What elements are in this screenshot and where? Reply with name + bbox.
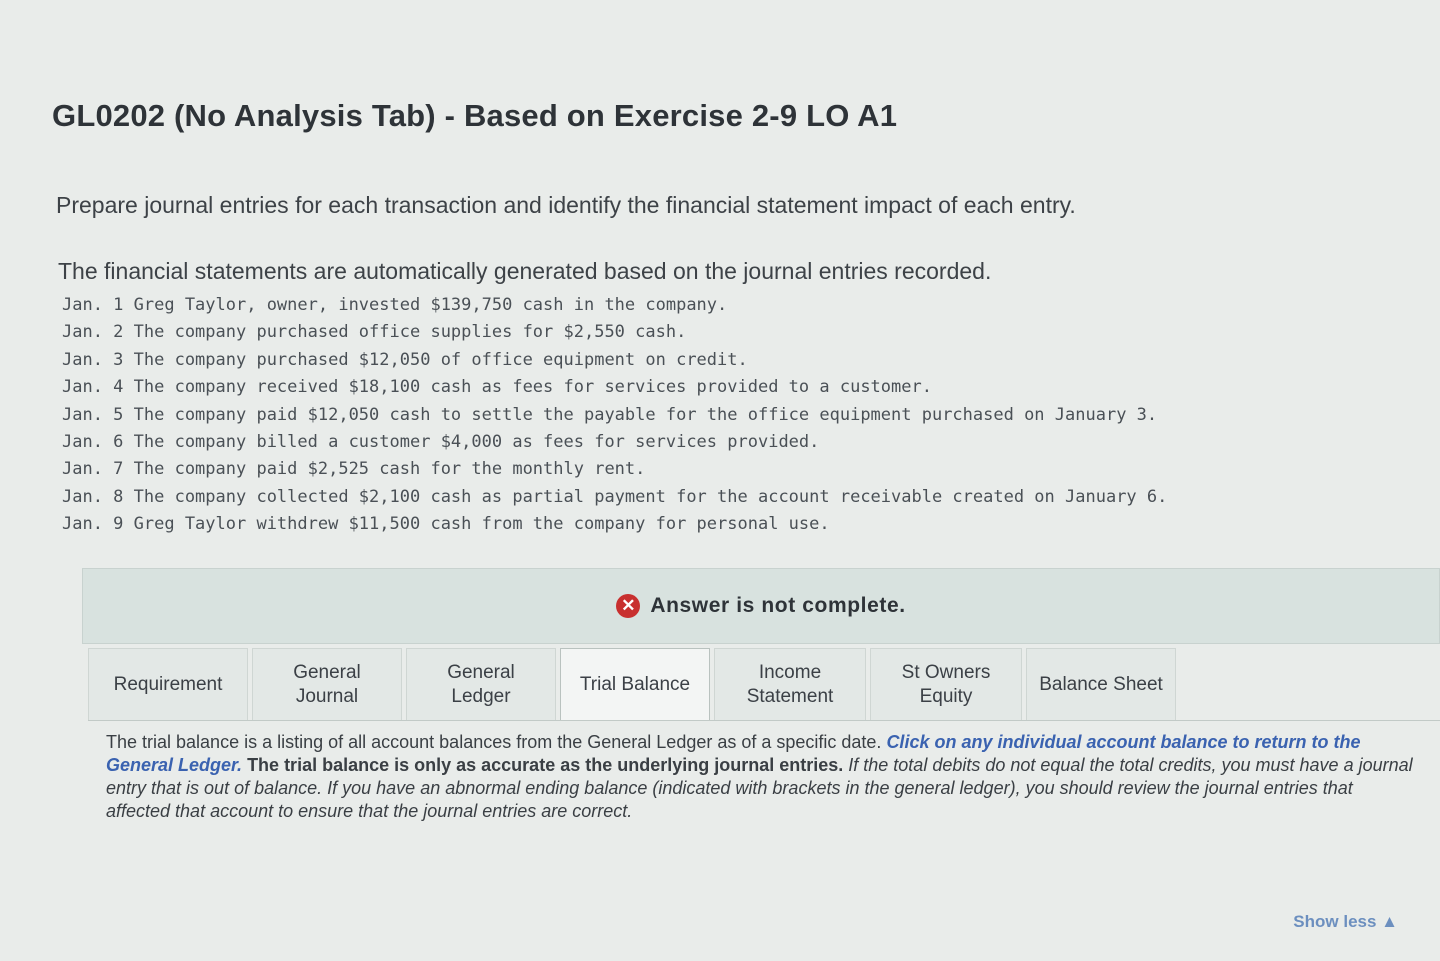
- tab-strip: Requirement General Journal General Ledg…: [88, 648, 1440, 720]
- transaction-item: Jan. 7 The company paid $2,525 cash for …: [62, 459, 646, 480]
- tab-label: Equity: [919, 685, 973, 707]
- tab-label: Requirement: [113, 673, 223, 695]
- transaction-item: Jan. 5 The company paid $12,050 cash to …: [62, 404, 1158, 425]
- transaction-item: Jan. 4 The company received $18,100 cash…: [62, 377, 932, 398]
- transaction-item: Jan. 9 Greg Taylor withdrew $11,500 cash…: [62, 514, 830, 535]
- tab-label: General: [447, 661, 515, 683]
- tab-requirement[interactable]: Requirement: [88, 648, 248, 720]
- tab-label: Balance Sheet: [1039, 673, 1163, 695]
- answer-status-banner: ✕ Answer is not complete.: [82, 568, 1440, 644]
- tab-label: Journal: [295, 685, 359, 707]
- tab-balance-sheet[interactable]: Balance Sheet: [1026, 648, 1176, 720]
- transaction-list: Jan. 1 Greg Taylor, owner, invested $139…: [62, 292, 1167, 539]
- trial-balance-description: The trial balance is a listing of all ac…: [106, 731, 1418, 823]
- trial-balance-intro: The trial balance is a listing of all ac…: [106, 732, 887, 752]
- instruction-text: Prepare journal entries for each transac…: [56, 192, 1076, 218]
- tab-label: General: [293, 661, 361, 683]
- tab-general-ledger[interactable]: General Ledger: [406, 648, 556, 720]
- transaction-item: Jan. 2 The company purchased office supp…: [62, 322, 687, 343]
- tab-label: Statement: [746, 685, 834, 707]
- tab-income-statement[interactable]: Income Statement: [714, 648, 866, 720]
- page-title: GL0202 (No Analysis Tab) - Based on Exer…: [52, 98, 898, 133]
- tab-label: St Owners: [901, 661, 991, 683]
- tab-trial-balance[interactable]: Trial Balance: [560, 648, 710, 720]
- auto-generated-note: The financial statements are automatical…: [58, 258, 992, 284]
- tab-general-journal[interactable]: General Journal: [252, 648, 402, 720]
- tab-label: Income: [758, 661, 822, 683]
- transaction-item: Jan. 8 The company collected $2,100 cash…: [62, 486, 1168, 507]
- tab-label: Ledger: [451, 685, 511, 707]
- show-less-link[interactable]: Show less ▲: [1293, 912, 1398, 932]
- transaction-item: Jan. 6 The company billed a customer $4,…: [62, 431, 820, 452]
- trial-balance-panel: The trial balance is a listing of all ac…: [88, 720, 1440, 861]
- transaction-item: Jan. 3 The company purchased $12,050 of …: [62, 349, 748, 370]
- accuracy-note: The trial balance is only as accurate as…: [242, 755, 844, 775]
- tab-label: Trial Balance: [579, 673, 691, 695]
- transaction-item: Jan. 1 Greg Taylor, owner, invested $139…: [62, 295, 728, 315]
- answer-status-text: Answer is not complete.: [650, 594, 906, 617]
- error-x-icon: ✕: [616, 594, 641, 618]
- tab-owners-equity[interactable]: St Owners Equity: [870, 648, 1022, 720]
